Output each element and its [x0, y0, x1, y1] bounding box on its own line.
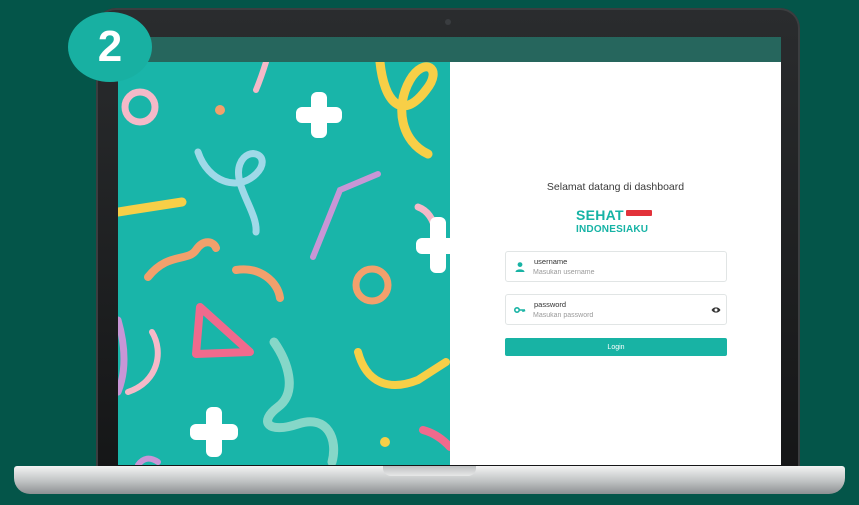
- step-number-badge: 2: [68, 12, 152, 82]
- password-field[interactable]: password: [505, 294, 727, 325]
- eye-icon[interactable]: [711, 306, 721, 314]
- username-field[interactable]: username: [505, 251, 727, 282]
- laptop-screen: Selamat datang di dashboard SEHAT INDONE…: [118, 37, 781, 465]
- confetti-illustration: [118, 62, 450, 465]
- logo-text-indonesiaku: INDONESIAKU: [576, 224, 649, 235]
- laptop-base-notch: [383, 466, 476, 476]
- password-label: password: [534, 300, 567, 309]
- screen-top-bar: [118, 37, 781, 62]
- login-panel: Selamat datang di dashboard SEHAT INDONE…: [450, 62, 781, 465]
- user-icon: [515, 262, 525, 272]
- logo-flag: [626, 210, 652, 216]
- key-icon: [514, 307, 526, 313]
- login-button[interactable]: Login: [505, 338, 727, 356]
- username-label: username: [534, 257, 568, 266]
- username-input[interactable]: [533, 267, 703, 278]
- decorative-panel: [118, 62, 450, 465]
- welcome-text: Selamat datang di dashboard: [546, 181, 685, 193]
- logo-text-sehat: SEHAT: [576, 207, 624, 223]
- sehat-indonesiaku-logo: SEHAT INDONESIAKU: [576, 207, 656, 239]
- camera-dot: [445, 19, 451, 25]
- password-input[interactable]: [533, 310, 703, 321]
